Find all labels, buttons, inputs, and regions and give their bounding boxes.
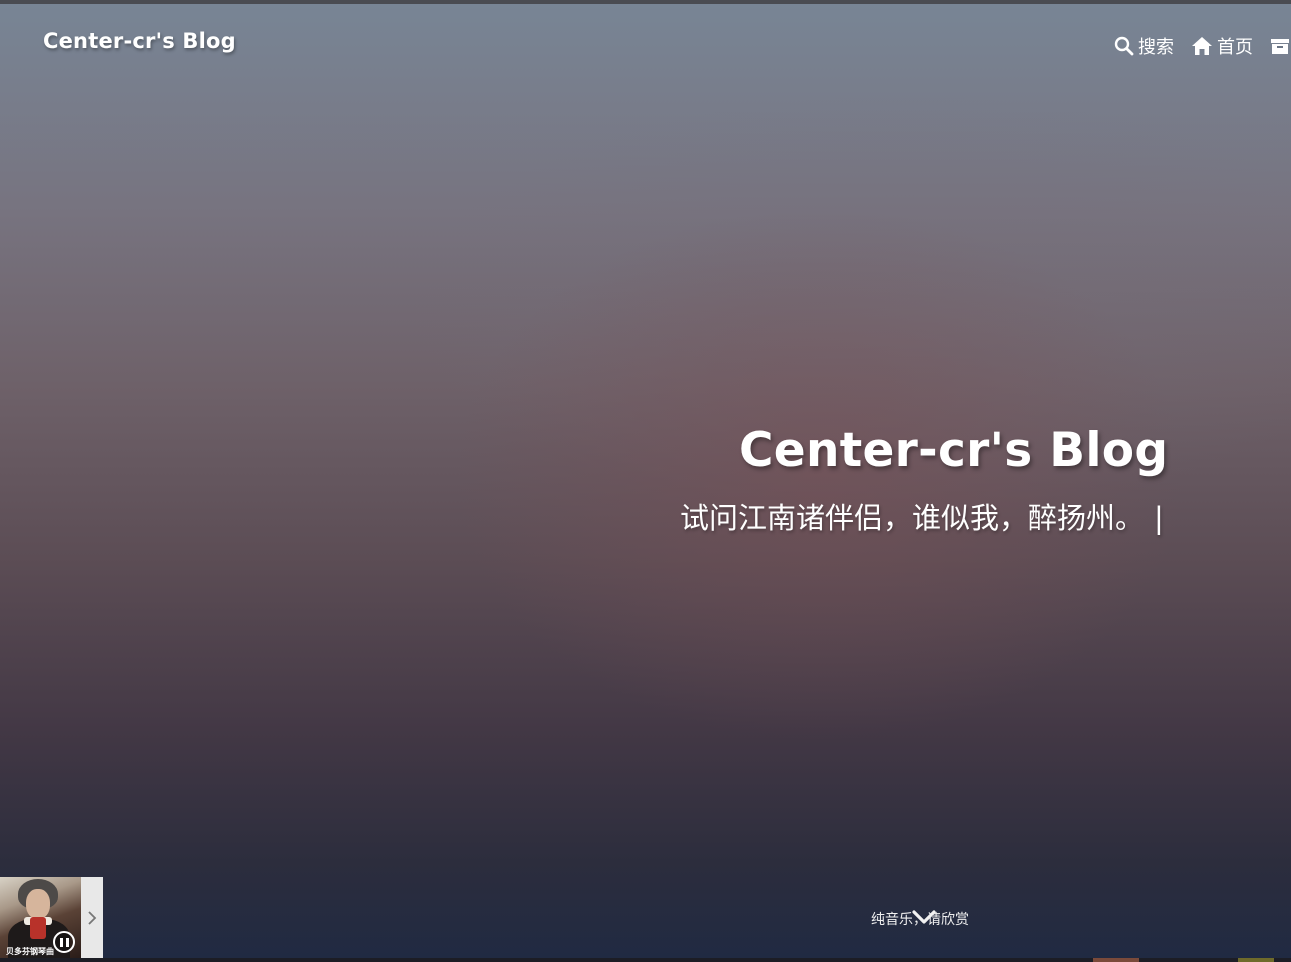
album-art-portrait [30, 917, 46, 939]
hero-background [0, 4, 1291, 958]
home-icon [1192, 37, 1212, 55]
hero-subtitle-text: 试问江南诸伴侣，谁似我，醉扬州。 [680, 501, 1145, 535]
hero-subtitle: 试问江南诸伴侣，谁似我，醉扬州。 | [680, 495, 1164, 537]
chevron-down-icon[interactable] [912, 909, 936, 925]
album-caption: 贝多芬钢琴曲 [6, 947, 54, 956]
hero-title: Center-cr's Blog [739, 423, 1169, 478]
chevron-right-icon [88, 910, 97, 925]
bottom-strip-segment [1238, 958, 1274, 962]
bottom-strip [0, 958, 1291, 962]
nav-search-label: 搜索 [1138, 37, 1174, 58]
player-expand-button[interactable] [81, 877, 103, 958]
nav-home[interactable]: 首页 [1191, 33, 1253, 59]
search-icon [1114, 36, 1134, 56]
top-nav: 搜索 首页 [1114, 33, 1291, 59]
site-brand-link[interactable]: Center-cr's Blog [43, 29, 236, 53]
typing-cursor: | [1154, 501, 1164, 535]
music-player-cover[interactable]: 贝多芬钢琴曲 [0, 877, 81, 958]
pause-icon[interactable] [53, 931, 75, 953]
album-art-portrait [26, 889, 50, 919]
nav-archive[interactable] [1270, 37, 1291, 55]
nav-search[interactable]: 搜索 [1114, 33, 1174, 59]
bottom-strip-segment [1093, 958, 1139, 962]
archive-icon [1271, 39, 1289, 54]
nav-home-label: 首页 [1217, 37, 1253, 58]
